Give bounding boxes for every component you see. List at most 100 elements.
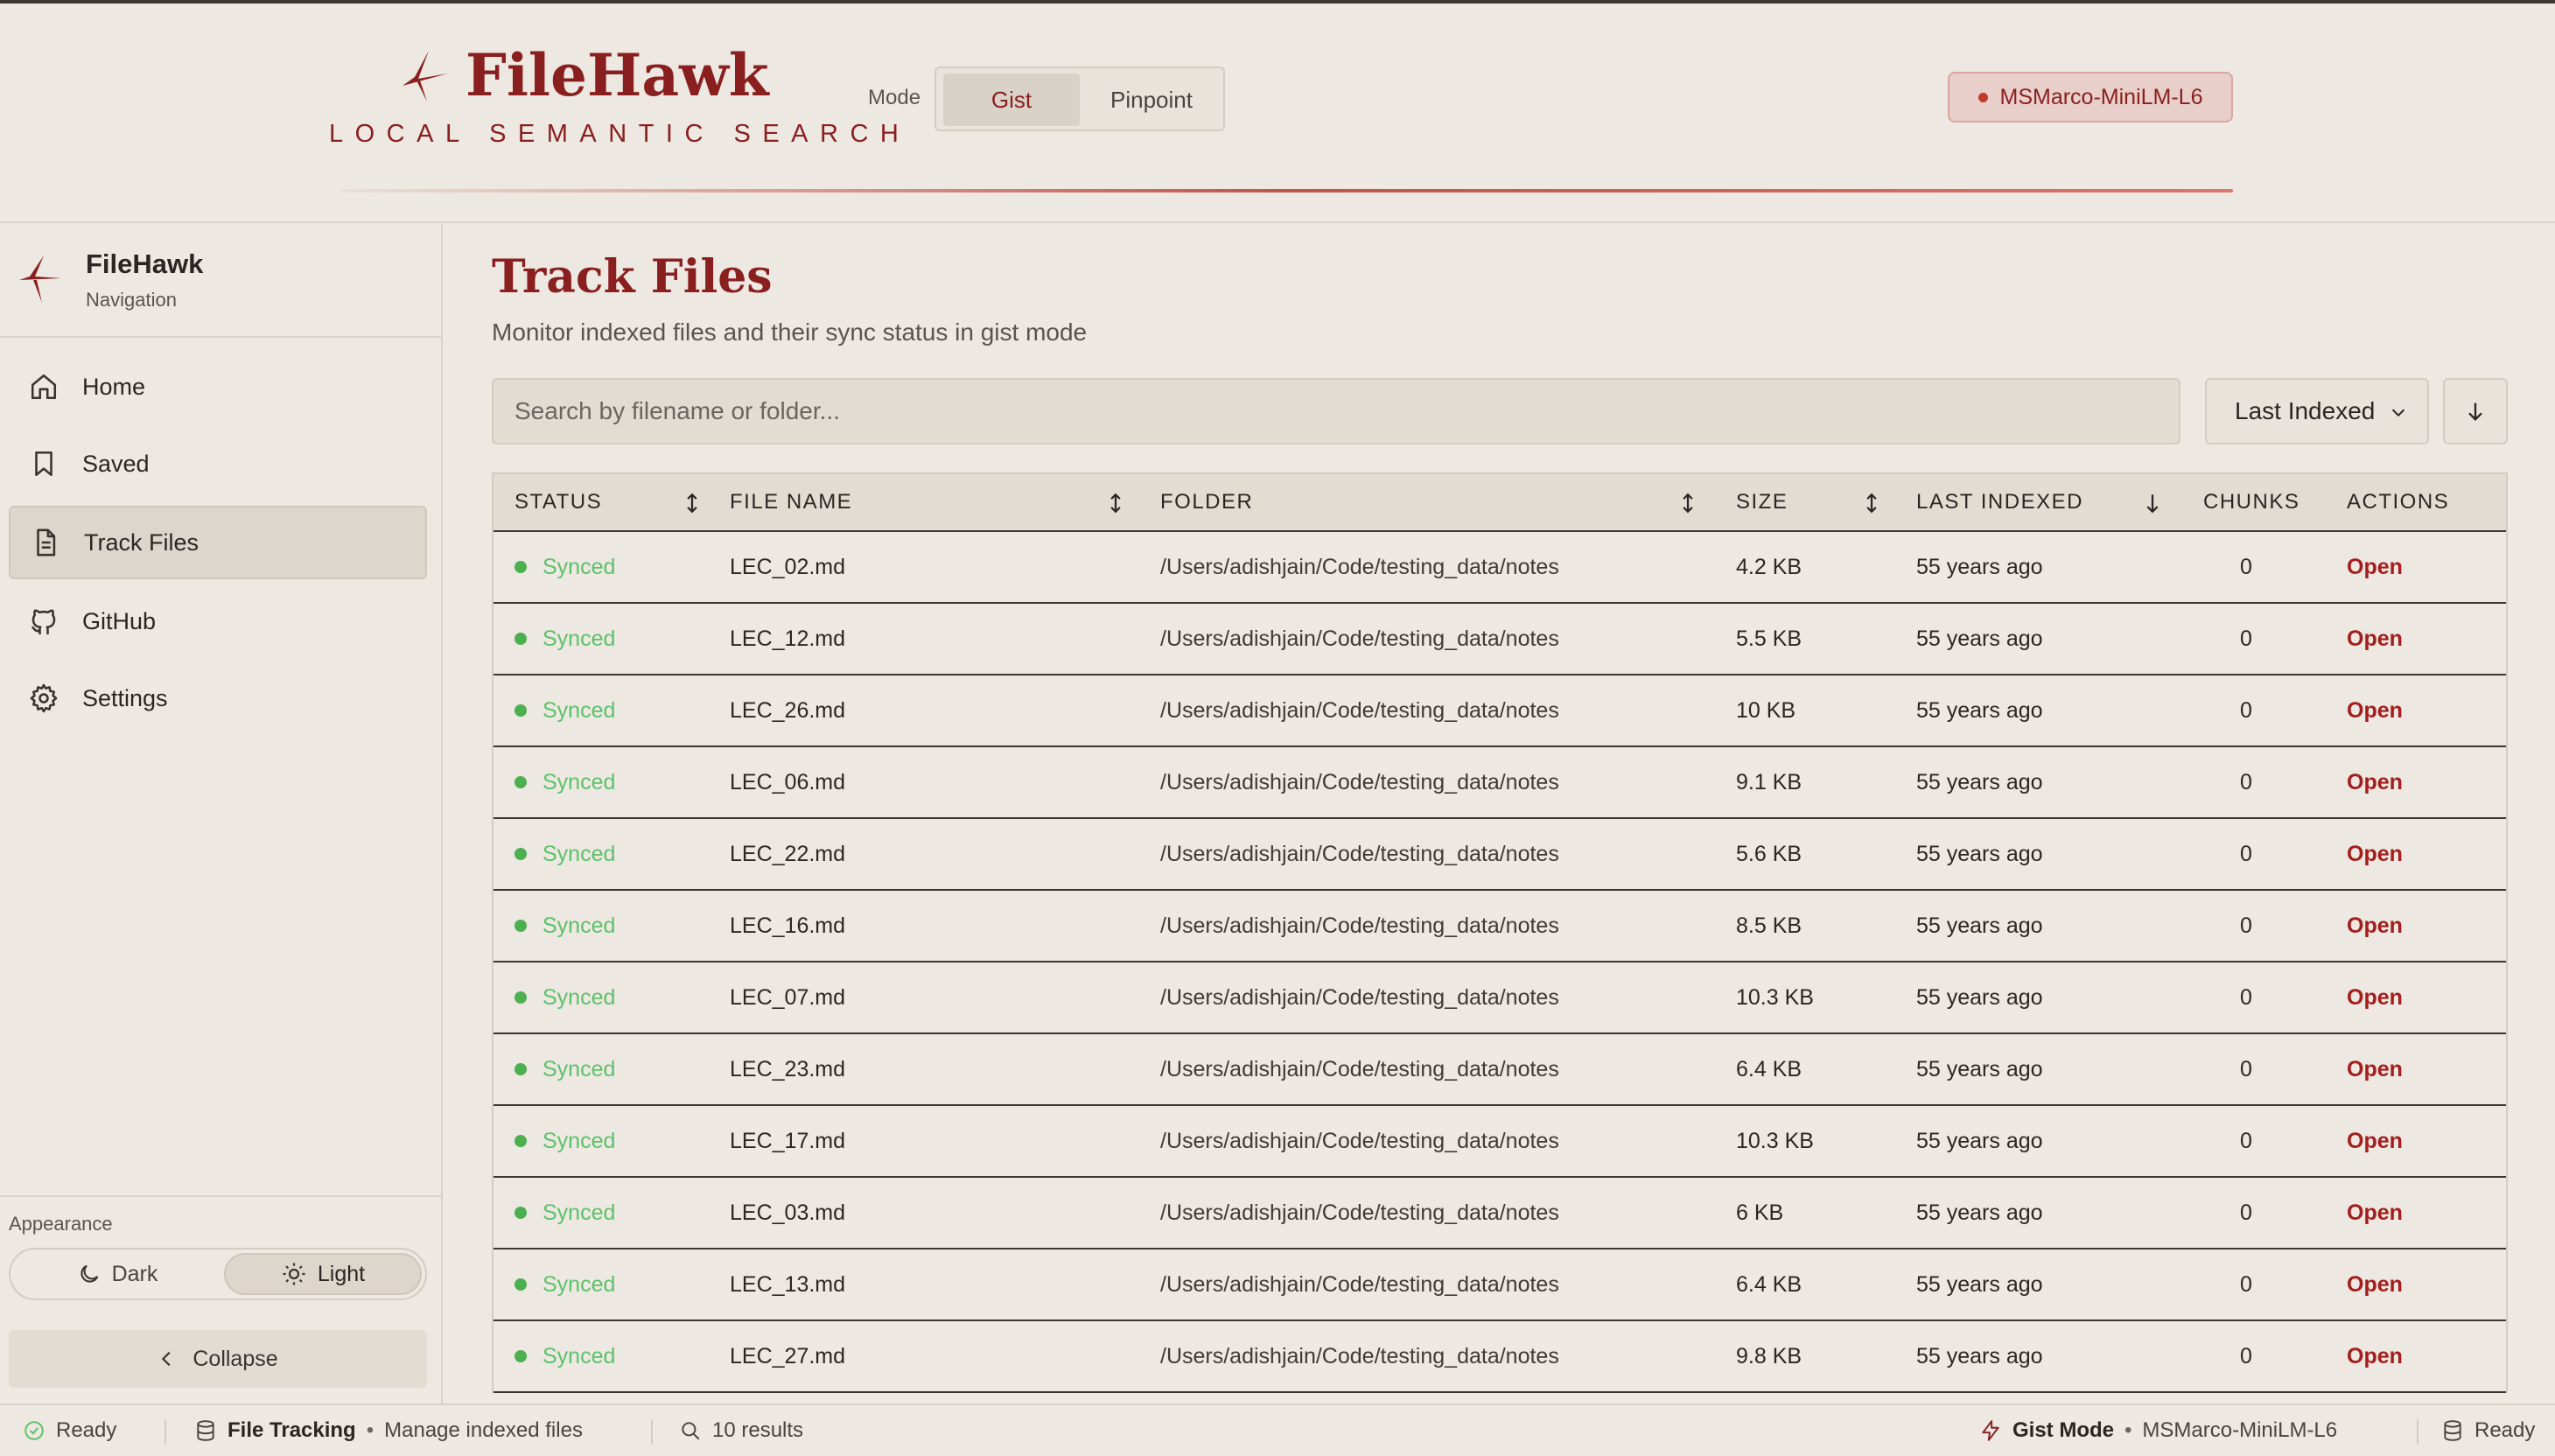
home-icon: [26, 369, 61, 404]
sidebar-item-settings[interactable]: Settings: [9, 662, 427, 735]
last-indexed-cell-text: 55 years ago: [1916, 984, 2043, 1010]
status-dot-separator: •: [2124, 1418, 2132, 1442]
open-link-text[interactable]: Open: [2347, 842, 2403, 867]
github-icon: [26, 604, 61, 639]
table-row[interactable]: Synced LEC_22.md/Users/adishjain/Code/tes…: [494, 819, 2506, 891]
theme-dark-button[interactable]: Dark: [14, 1253, 220, 1295]
chunks-cell-text: 0: [2240, 913, 2252, 938]
table-row[interactable]: Synced LEC_26.md/Users/adishjain/Code/tes…: [494, 676, 2506, 747]
table-row[interactable]: Synced LEC_12.md/Users/adishjain/Code/tes…: [494, 604, 2506, 676]
sidebar-subtitle: Navigation: [86, 289, 177, 311]
table-row[interactable]: Synced LEC_07.md/Users/adishjain/Code/tes…: [494, 962, 2506, 1034]
open-link[interactable]: Open: [2347, 1106, 2403, 1176]
file-name-cell: LEC_16.md: [730, 891, 845, 961]
status-cell: Synced: [514, 532, 615, 602]
chunks-cell-text: 0: [2240, 1056, 2252, 1082]
sort-icon[interactable]: [1678, 492, 1698, 514]
open-link-text[interactable]: Open: [2347, 1129, 2403, 1154]
search-input[interactable]: [492, 378, 2180, 444]
sidebar-item-track-files[interactable]: Track Files: [9, 506, 427, 579]
open-link-text[interactable]: Open: [2347, 770, 2403, 795]
column-last-indexed[interactable]: LAST INDEXED: [1916, 474, 2083, 530]
status-separator: [651, 1419, 653, 1444]
status-section: File Tracking • Manage indexed files: [194, 1405, 583, 1456]
folder-cell-text: /Users/adishjain/Code/testing_data/notes: [1160, 913, 1559, 938]
open-link[interactable]: Open: [2347, 676, 2403, 746]
collapse-button[interactable]: Collapse: [9, 1330, 427, 1388]
last-indexed-cell-text: 55 years ago: [1916, 913, 2043, 938]
chunks-cell: 0: [2216, 604, 2277, 674]
column-size[interactable]: SIZE: [1736, 474, 1788, 530]
sort-icon[interactable]: [1862, 492, 1881, 514]
sort-icon[interactable]: [1106, 492, 1125, 514]
sort-desc-icon[interactable]: [2142, 492, 2163, 514]
last-indexed-cell: 55 years ago: [1916, 676, 2043, 746]
sidebar-title: FileHawk: [86, 248, 204, 279]
open-link-text[interactable]: Open: [2347, 1272, 2403, 1298]
column-folder[interactable]: FOLDER: [1160, 474, 1253, 530]
table-row[interactable]: Synced LEC_02.md/Users/adishjain/Code/tes…: [494, 532, 2506, 604]
model-badge[interactable]: MSMarco-MiniLM-L6: [1948, 72, 2233, 122]
size-cell: 10 KB: [1736, 676, 1796, 746]
chunks-cell-text: 0: [2240, 1271, 2252, 1297]
open-link[interactable]: Open: [2347, 1250, 2403, 1320]
mode-pinpoint-button[interactable]: Pinpoint: [1085, 74, 1218, 126]
column-file-name[interactable]: FILE NAME: [730, 474, 852, 530]
table-row[interactable]: Synced LEC_17.md/Users/adishjain/Code/tes…: [494, 1106, 2506, 1178]
open-link-text[interactable]: Open: [2347, 1344, 2403, 1369]
column-status[interactable]: STATUS: [514, 474, 602, 530]
chunks-cell-text: 0: [2240, 1200, 2252, 1225]
last-indexed-cell: 55 years ago: [1916, 1178, 2043, 1248]
brand-tagline: LOCAL SEMANTIC SEARCH: [329, 120, 911, 148]
open-link[interactable]: Open: [2347, 819, 2403, 889]
moon-icon: [80, 1264, 98, 1283]
sort-direction-button[interactable]: [2443, 378, 2508, 444]
file-name-cell: LEC_26.md: [730, 676, 845, 746]
open-link-text[interactable]: Open: [2347, 914, 2403, 939]
table-row[interactable]: Synced LEC_23.md/Users/adishjain/Code/tes…: [494, 1034, 2506, 1106]
table-row[interactable]: Synced LEC_06.md/Users/adishjain/Code/tes…: [494, 747, 2506, 819]
theme-light-button[interactable]: Light: [224, 1253, 422, 1295]
open-link-text[interactable]: Open: [2347, 626, 2403, 652]
synced-dot-icon: [514, 776, 527, 788]
open-link[interactable]: Open: [2347, 891, 2403, 961]
status-ready-label: Ready: [56, 1418, 117, 1442]
open-link-text[interactable]: Open: [2347, 1057, 2403, 1082]
status-cell: Synced: [514, 604, 615, 674]
table-row[interactable]: Synced LEC_27.md/Users/adishjain/Code/tes…: [494, 1321, 2506, 1393]
size-cell: 9.1 KB: [1736, 747, 1802, 817]
chunks-cell-text: 0: [2240, 1128, 2252, 1153]
open-link[interactable]: Open: [2347, 1321, 2403, 1391]
open-link-text[interactable]: Open: [2347, 698, 2403, 724]
open-link[interactable]: Open: [2347, 747, 2403, 817]
open-link-text[interactable]: Open: [2347, 985, 2403, 1011]
open-link[interactable]: Open: [2347, 1178, 2403, 1248]
chunks-cell: 0: [2216, 1106, 2277, 1176]
sort-icon[interactable]: [682, 492, 702, 514]
open-link[interactable]: Open: [2347, 532, 2403, 602]
chunks-cell: 0: [2216, 1250, 2277, 1320]
sidebar-item-saved[interactable]: Saved: [9, 427, 427, 500]
sun-icon: [283, 1263, 305, 1285]
open-link[interactable]: Open: [2347, 604, 2403, 674]
chunks-cell: 0: [2216, 819, 2277, 889]
size-cell-text: 9.1 KB: [1736, 769, 1802, 794]
table-row[interactable]: Synced LEC_03.md/Users/adishjain/Code/tes…: [494, 1178, 2506, 1250]
file-name-cell-text: LEC_02.md: [730, 554, 846, 579]
sidebar-item-home[interactable]: Home: [9, 350, 427, 424]
sort-select[interactable]: Last Indexed: [2205, 378, 2429, 444]
table-row[interactable]: Synced LEC_13.md/Users/adishjain/Code/tes…: [494, 1250, 2506, 1321]
open-link-text[interactable]: Open: [2347, 1200, 2403, 1226]
chunks-cell-text: 0: [2240, 1343, 2252, 1368]
sidebar-item-github[interactable]: GitHub: [9, 584, 427, 658]
open-link[interactable]: Open: [2347, 1034, 2403, 1104]
table-row[interactable]: Synced LEC_16.md/Users/adishjain/Code/tes…: [494, 891, 2506, 962]
status-results: 10 results: [679, 1405, 803, 1456]
size-cell-text: 8.5 KB: [1736, 913, 1802, 938]
chunks-cell: 0: [2216, 891, 2277, 961]
open-link-text[interactable]: Open: [2347, 555, 2403, 580]
mode-gist-button[interactable]: Gist: [943, 74, 1080, 126]
status-cell: Synced: [514, 676, 615, 746]
open-link[interactable]: Open: [2347, 962, 2403, 1032]
file-name-cell: LEC_13.md: [730, 1250, 845, 1320]
